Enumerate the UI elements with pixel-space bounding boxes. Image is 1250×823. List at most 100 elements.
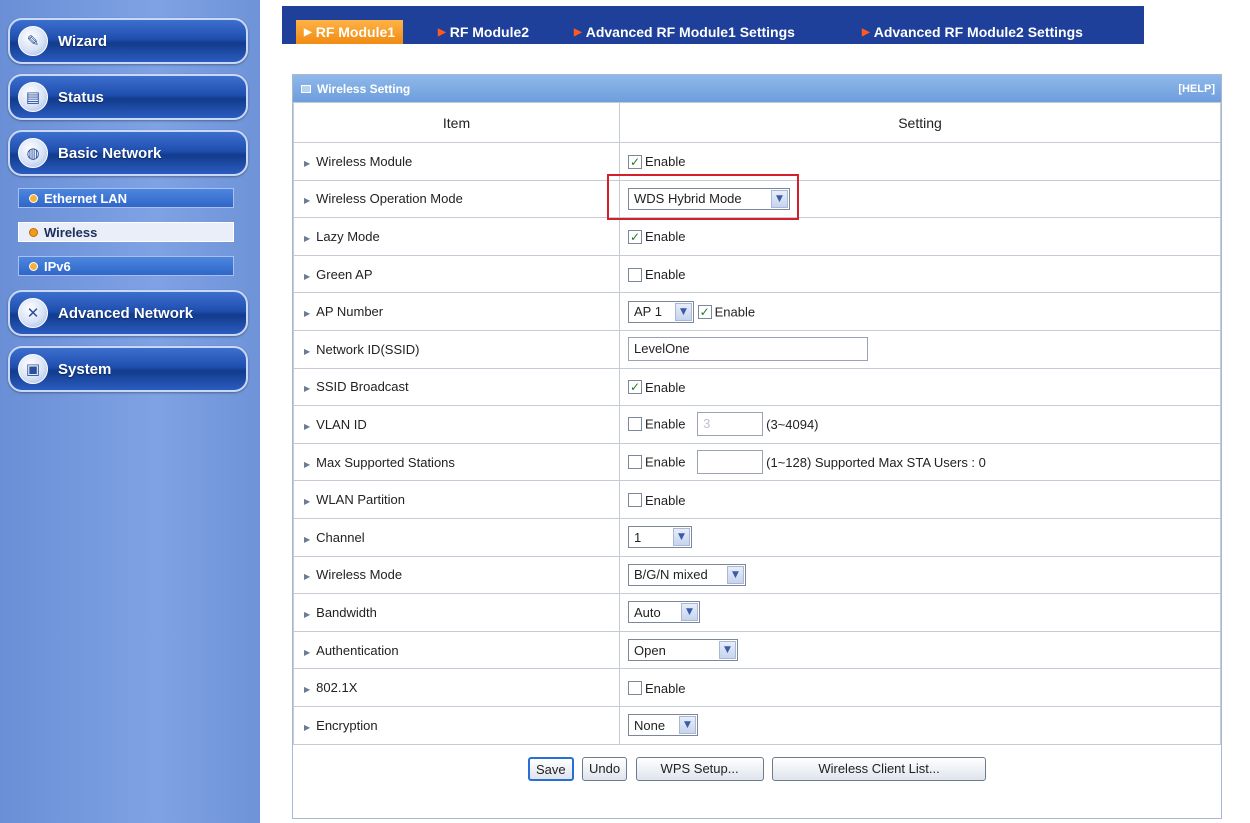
- nav-advanced-network-button[interactable]: ✕ Advanced Network: [8, 290, 248, 336]
- table-row: ▶ SSID Broadcast ✓ Enable: [293, 367, 1221, 407]
- sidebar-item-ipv6[interactable]: IPv6: [18, 256, 234, 276]
- row-setting: 1 ▼: [619, 517, 1221, 557]
- undo-button[interactable]: Undo: [582, 756, 628, 781]
- table-row: ▶ Wireless Module ✓ Enable: [293, 142, 1221, 181]
- tab-advanced-rf-module1[interactable]: ▶ Advanced RF Module1 Settings: [574, 20, 795, 44]
- nav-wizard-button[interactable]: ✎ Wizard: [8, 18, 248, 64]
- ap-enable-checkbox[interactable]: ✓: [697, 304, 712, 319]
- row-label: ▶ Lazy Mode: [293, 217, 620, 256]
- enable-label: Enable: [645, 454, 686, 470]
- vlan-id-input[interactable]: 3: [697, 412, 764, 437]
- triangle-icon: ▶: [304, 572, 311, 582]
- wlan-partition-checkbox[interactable]: [628, 493, 642, 508]
- wps-setup-button[interactable]: WPS Setup...: [635, 756, 764, 781]
- wireless-module-checkbox[interactable]: ✓: [628, 154, 642, 169]
- row-setting: WDS Hybrid Mode ▼: [619, 179, 1221, 219]
- triangle-icon: ▶: [304, 497, 311, 507]
- system-icon: ▣: [18, 354, 48, 384]
- bullet-icon: [29, 227, 38, 237]
- chevron-down-icon: ▼: [771, 189, 788, 208]
- row-label-text: Bandwidth: [316, 604, 377, 620]
- panel-header: Wireless Setting [HELP]: [293, 75, 1221, 102]
- ap-number-select[interactable]: AP 1 ▼: [628, 300, 694, 323]
- lazy-mode-checkbox[interactable]: ✓: [628, 230, 642, 245]
- row-label: ▶ Network ID(SSID): [293, 329, 620, 369]
- bandwidth-select[interactable]: Auto ▼: [628, 601, 700, 624]
- row-label: ▶ Bandwidth: [293, 593, 620, 632]
- tools-icon: ✕: [18, 298, 48, 328]
- help-link[interactable]: [HELP]: [1178, 83, 1215, 95]
- table-row: ▶ AP Number AP 1 ▼ ✓ Enable: [293, 292, 1221, 331]
- triangle-icon: ▶: [304, 271, 311, 281]
- nav-status-button[interactable]: ▤ Status: [8, 74, 248, 120]
- vlan-range-hint: (3~4094): [766, 416, 819, 432]
- max-stations-input[interactable]: [697, 450, 764, 475]
- panel-title: Wireless Setting: [301, 82, 410, 96]
- action-bar: Save Undo WPS Setup... Wireless Client L…: [293, 745, 1221, 781]
- triangle-icon: ▶: [304, 647, 311, 657]
- wireless-client-list-button[interactable]: Wireless Client List...: [772, 756, 987, 781]
- triangle-icon: ▶: [304, 685, 311, 695]
- table-row: ▶ Wireless Operation Mode WDS Hybrid Mode…: [293, 179, 1221, 219]
- row-label-text: Channel: [316, 529, 365, 545]
- row-label: ▶ Channel: [293, 517, 620, 557]
- tab-label: RF Module2: [449, 24, 530, 40]
- row-label: ▶ VLAN ID: [293, 405, 620, 444]
- bullet-icon: [29, 261, 38, 271]
- select-value: 1: [634, 529, 642, 545]
- select-value: AP 1: [634, 304, 662, 320]
- ssid-broadcast-checkbox[interactable]: ✓: [628, 380, 642, 395]
- row-setting: Enable 3 (3~4094): [619, 405, 1221, 444]
- row-setting: Enable (1~128) Supported Max STA Users :…: [619, 442, 1221, 482]
- nav-system-button[interactable]: ▣ System: [8, 346, 248, 392]
- enable-label: Enable: [645, 267, 686, 283]
- triangle-icon: ▶: [304, 421, 311, 431]
- channel-select[interactable]: 1 ▼: [628, 526, 692, 549]
- sidebar-item-ethernet-lan[interactable]: Ethernet LAN: [18, 188, 234, 208]
- globe-icon: ◍: [18, 138, 48, 168]
- chevron-down-icon: ▼: [679, 716, 696, 735]
- row-label-text: Green AP: [316, 266, 373, 282]
- panel-icon: [301, 84, 311, 93]
- nav-basic-network-button[interactable]: ◍ Basic Network: [8, 130, 248, 176]
- tab-rf-module2[interactable]: ▶ RF Module2: [438, 20, 529, 44]
- encryption-select[interactable]: None ▼: [628, 714, 698, 737]
- tab-rf-module1[interactable]: ▶ RF Module1: [296, 20, 404, 44]
- sidebar-item-wireless[interactable]: Wireless: [18, 222, 234, 242]
- green-ap-checkbox[interactable]: [628, 267, 642, 282]
- ssid-input[interactable]: LevelOne: [628, 337, 868, 362]
- enable-label: Enable: [714, 304, 756, 320]
- table-row: ▶ WLAN Partition Enable: [293, 480, 1221, 519]
- row-label: ▶ Green AP: [293, 254, 620, 294]
- table-row: ▶ Lazy Mode ✓ Enable: [293, 217, 1221, 256]
- settings-table: Item Setting ▶ Wireless Module ✓ Enable ▶ W…: [293, 102, 1221, 745]
- table-row: ▶ Network ID(SSID) LevelOne: [293, 329, 1221, 369]
- save-button[interactable]: Save: [527, 756, 574, 781]
- row-label-text: Encryption: [316, 717, 378, 733]
- triangle-icon: ▶: [304, 459, 311, 469]
- nav-status-label: Status: [58, 88, 104, 106]
- wireless-mode-select[interactable]: B/G/N mixed ▼: [628, 563, 746, 586]
- table-header-row: Item Setting: [293, 102, 1221, 143]
- table-row: ▶ 802.1X Enable: [293, 668, 1221, 707]
- sidebar-item-label: IPv6: [44, 258, 71, 274]
- wizard-icon: ✎: [18, 26, 48, 56]
- sidebar: ✎ Wizard ▤ Status ◍ Basic Network Ethern…: [0, 0, 260, 823]
- row-label: ▶ Wireless Mode: [293, 555, 620, 595]
- tab-advanced-rf-module2[interactable]: ▶ Advanced RF Module2 Settings: [862, 20, 1083, 44]
- dot1x-checkbox[interactable]: [628, 681, 642, 696]
- row-setting: None ▼: [619, 705, 1221, 745]
- authentication-select[interactable]: Open ▼: [628, 639, 738, 662]
- table-row: ▶ Encryption None ▼: [293, 705, 1221, 745]
- nav-wizard-label: Wizard: [58, 32, 108, 50]
- operation-mode-select[interactable]: WDS Hybrid Mode ▼: [628, 187, 790, 210]
- tab-label: Advanced RF Module1 Settings: [585, 24, 795, 40]
- chevron-down-icon: ▼: [727, 565, 744, 584]
- status-icon: ▤: [18, 82, 48, 112]
- row-label: ▶ Wireless Operation Mode: [293, 179, 620, 219]
- bullet-icon: [29, 193, 38, 203]
- max-stations-checkbox[interactable]: [628, 455, 642, 470]
- row-label-text: AP Number: [316, 304, 384, 320]
- vlan-enable-checkbox[interactable]: [628, 417, 642, 432]
- arrow-icon: ▶: [574, 26, 582, 38]
